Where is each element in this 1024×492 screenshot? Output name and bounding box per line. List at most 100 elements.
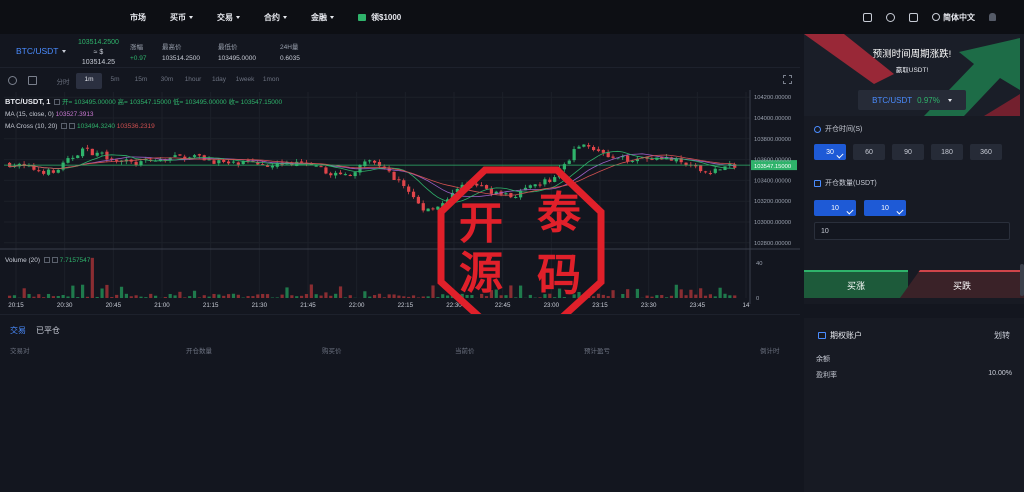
nav-trade[interactable]: 交易 <box>217 12 240 23</box>
interval-tab[interactable]: 1week <box>232 73 258 89</box>
volume-bar <box>382 297 386 298</box>
download-icon[interactable] <box>909 12 918 22</box>
candle-body <box>236 162 240 165</box>
volume-bar <box>197 297 201 298</box>
col-countdown: 倒计时 <box>760 348 780 355</box>
price-chart[interactable]: 103547.15000 104200.00000 104000.00000 1038… <box>0 90 800 312</box>
candle-body <box>606 152 610 158</box>
volume-bar <box>115 294 119 298</box>
pair-selector[interactable]: BTC/USDT <box>16 46 66 56</box>
x-tick-label: 23:45 <box>690 302 706 309</box>
candle-body <box>334 172 338 176</box>
stamp-char-4: 码 <box>537 250 581 301</box>
interval-tab[interactable]: 1mon <box>258 73 284 89</box>
user-icon[interactable] <box>886 12 895 22</box>
candle-body <box>66 158 70 163</box>
trade-panel: 预测时间周期涨跌! 赢取USDT! BTC/USDT 0.97% 开仓时间(S)… <box>804 34 1024 304</box>
volume-bar <box>348 295 352 298</box>
close-small-icon[interactable] <box>69 123 76 130</box>
close-small-icon[interactable] <box>51 257 58 264</box>
account-title-text: 期权账户 <box>830 331 862 340</box>
volume-bar <box>329 295 333 298</box>
buy-up-button[interactable]: 买涨 <box>804 270 908 298</box>
chart-legend: BTC/USDT, 1 开= 103495.00000 高= 103547.15… <box>5 96 282 133</box>
volume-bar <box>635 288 639 298</box>
volume-bar <box>309 284 313 298</box>
scrollbar[interactable] <box>1020 264 1024 296</box>
last-price-usd: 103514.25 <box>81 59 115 66</box>
amount-input[interactable] <box>814 222 1010 240</box>
ticker-high-label: 最高价 <box>162 44 182 51</box>
nav-contract[interactable]: 合约 <box>264 12 287 23</box>
transfer-link[interactable]: 划转 <box>994 330 1010 341</box>
time-option[interactable]: 360 <box>970 144 1002 160</box>
balance-label: 余额 <box>816 356 830 363</box>
volume-bar <box>270 297 274 298</box>
nav-contract-label: 合约 <box>264 12 280 22</box>
indicator-icon[interactable] <box>28 75 37 85</box>
tab-trades[interactable]: 交易 <box>10 325 26 336</box>
globe-icon <box>932 13 940 21</box>
amount-option[interactable]: 10 <box>814 200 856 216</box>
volume-bar <box>660 295 664 298</box>
volume-bar <box>300 295 304 298</box>
top-navbar: 市场 买币 交易 合约 金融 领$1000 简体中文 <box>0 0 1024 34</box>
amount-option[interactable]: 10 <box>864 200 906 216</box>
profit-rate-value: 10.00% <box>988 370 1012 377</box>
volume-bar <box>188 296 192 298</box>
nav-finance[interactable]: 金融 <box>311 12 334 23</box>
language-selector[interactable]: 简体中文 <box>932 12 975 23</box>
candle-body <box>368 160 372 162</box>
stamp-char-2: 泰 <box>537 188 581 239</box>
col-current-price: 当前价 <box>455 348 475 355</box>
candle-body <box>587 145 591 147</box>
buy-down-button[interactable]: 买跌 <box>900 270 1024 298</box>
time-option[interactable]: 90 <box>892 144 924 160</box>
time-option[interactable]: 180 <box>931 144 963 160</box>
volume-bar <box>119 286 124 298</box>
candle-body <box>95 152 99 156</box>
interval-tab[interactable]: 1hour <box>180 73 206 89</box>
nav-market[interactable]: 市场 <box>130 12 146 23</box>
candle-body <box>300 161 304 163</box>
nav-promo[interactable]: 领$1000 <box>358 12 401 23</box>
fullscreen-icon[interactable] <box>783 75 792 84</box>
volume-bar <box>733 295 737 298</box>
interval-tab[interactable]: 1day <box>206 73 232 89</box>
account-icon <box>818 332 826 339</box>
volume-bar <box>12 295 17 298</box>
settings-icon[interactable] <box>8 75 17 85</box>
interval-tab[interactable]: 15m <box>128 73 154 89</box>
col-pair: 交易对 <box>10 348 30 355</box>
ma-cross-slow-line <box>9 154 735 196</box>
volume-bar <box>402 296 406 298</box>
settings-small-icon[interactable] <box>43 257 50 264</box>
volume-bar <box>95 296 99 298</box>
volume-bar <box>134 295 138 298</box>
volume-bar <box>718 287 722 298</box>
tab-closed[interactable]: 已平仓 <box>36 325 60 336</box>
y-tick-label: 104000.00000 <box>754 116 791 122</box>
settings-small-icon[interactable] <box>61 123 68 130</box>
wallet-icon[interactable] <box>863 12 872 22</box>
ticker-change-value: +0.97 <box>130 55 147 62</box>
ma-name: MA (15, close, 0) <box>5 111 54 118</box>
volume-bar <box>129 296 133 298</box>
volume-bar <box>280 294 284 298</box>
volume-bar <box>411 295 416 298</box>
bell-icon[interactable] <box>989 13 996 21</box>
interval-tab[interactable]: 30m <box>154 73 180 89</box>
open-time-text: 开仓时间(S) <box>825 126 863 133</box>
time-option[interactable]: 30 <box>814 144 846 160</box>
interval-tab[interactable]: 分时 <box>50 73 76 89</box>
interval-tab[interactable]: 5m <box>102 73 128 89</box>
time-option[interactable]: 60 <box>853 144 885 160</box>
legend-toggle-icon[interactable] <box>54 99 61 106</box>
volume-bar <box>304 294 309 298</box>
volume-bar <box>416 297 420 298</box>
candle-body <box>46 169 51 175</box>
nav-buy-coin[interactable]: 买币 <box>170 12 193 23</box>
trade-pair-selector[interactable]: BTC/USDT 0.97% <box>858 90 966 110</box>
interval-tab[interactable]: 1m <box>76 73 102 89</box>
candle-body <box>421 203 425 211</box>
